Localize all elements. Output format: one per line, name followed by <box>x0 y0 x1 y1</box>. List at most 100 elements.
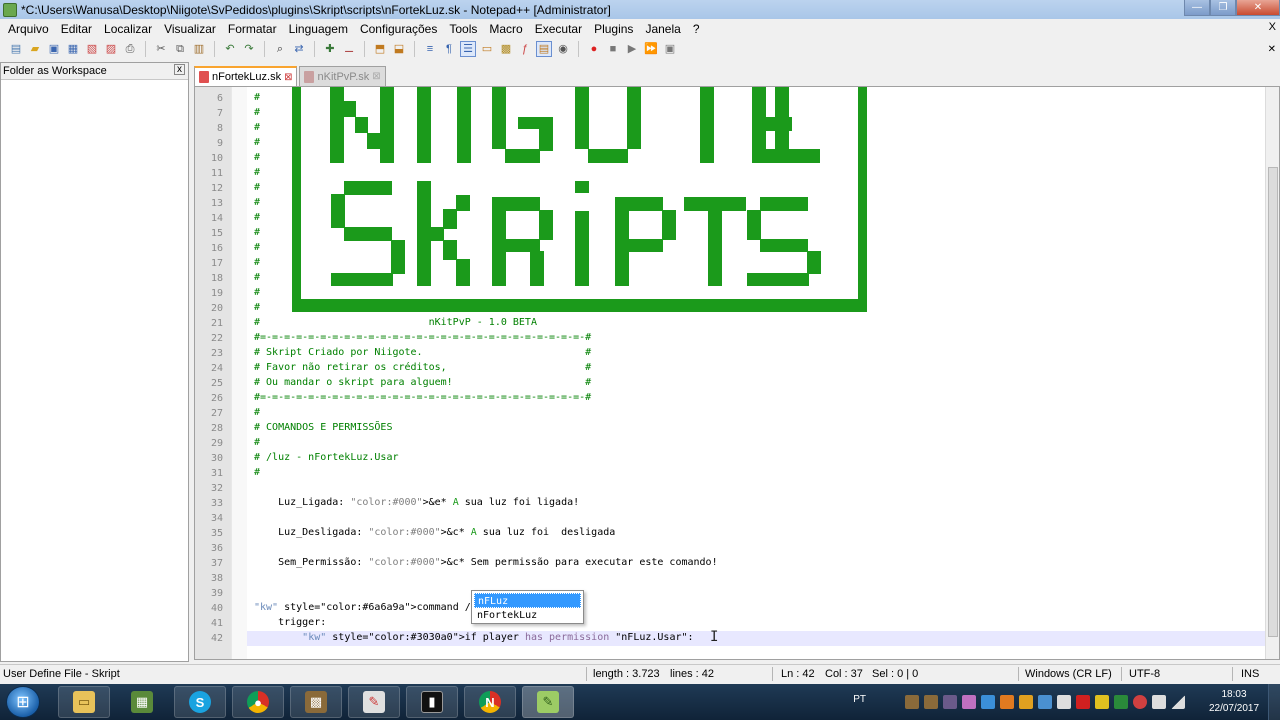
monitoring-icon[interactable]: ◉ <box>555 41 571 57</box>
new-file-icon[interactable]: ▤ <box>8 41 24 57</box>
skype-taskbar-button[interactable]: S <box>174 686 226 718</box>
macro-play-multiple-icon[interactable]: ⏩ <box>643 41 659 57</box>
minecraft-taskbar-button[interactable]: ▦ <box>116 686 168 718</box>
paint-taskbar-button[interactable]: ✎ <box>348 686 400 718</box>
code-line: trigger: <box>254 617 327 628</box>
print-icon[interactable]: ⎙ <box>122 41 138 57</box>
tray-minecraft-icon[interactable] <box>905 695 919 709</box>
tab-close-icon[interactable]: ⊠ <box>284 72 292 83</box>
tab-nkitpvp[interactable]: nKitPvP.sk ⊠ <box>299 66 386 86</box>
line-number: 22 <box>210 333 223 344</box>
clock-date: 22/07/2017 <box>1208 703 1260 714</box>
macro-record-icon[interactable]: ● <box>586 41 602 57</box>
macro-save-icon[interactable]: ▣ <box>662 41 678 57</box>
start-button[interactable]: ⊞ <box>6 686 40 718</box>
zoom-out-icon[interactable]: ⚊ <box>341 41 357 57</box>
replace-icon[interactable]: ⇄ <box>291 41 307 57</box>
menu-localizar[interactable]: Localizar <box>98 22 158 36</box>
scrollbar-thumb[interactable] <box>1268 167 1278 637</box>
vertical-scrollbar[interactable] <box>1265 87 1279 659</box>
menu-linguagem[interactable]: Linguagem <box>283 22 354 36</box>
notepadpp-taskbar-button[interactable]: ✎ <box>522 686 574 718</box>
menu-editar[interactable]: Editar <box>55 22 98 36</box>
tray-block-icon[interactable] <box>924 695 938 709</box>
tray-updater-icon[interactable] <box>1000 695 1014 709</box>
menu-help[interactable]: ? <box>687 22 706 36</box>
tray-device-icon[interactable] <box>1038 695 1052 709</box>
undo-icon[interactable]: ↶ <box>222 41 238 57</box>
tray-feather-icon[interactable] <box>962 695 976 709</box>
explorer-icon: ▭ <box>73 691 95 713</box>
minecraft-block-taskbar-button[interactable]: ▩ <box>290 686 342 718</box>
menu-executar[interactable]: Executar <box>529 22 588 36</box>
tray-volume-icon[interactable] <box>1057 695 1071 709</box>
cmd-taskbar-button[interactable]: ▮ <box>406 686 458 718</box>
show-all-chars-icon[interactable]: ¶ <box>441 41 457 57</box>
explorer-taskbar-button[interactable]: ▭ <box>58 686 110 718</box>
status-separator <box>1121 667 1122 681</box>
open-file-icon[interactable]: ▰ <box>27 41 43 57</box>
zoom-in-icon[interactable]: ✚ <box>322 41 338 57</box>
title-bar: *C:\Users\Wanusa\Desktop\Niigote\SvPedid… <box>0 0 1280 19</box>
close-button[interactable]: ✕ <box>1236 0 1280 16</box>
close-file-icon[interactable]: ▧ <box>84 41 100 57</box>
tray-chat-icon[interactable] <box>1133 695 1147 709</box>
skype-icon: S <box>189 691 211 713</box>
tab-nforteklux[interactable]: nFortekLuz.sk ⊠ <box>194 66 298 86</box>
close-all-icon[interactable]: ▨ <box>103 41 119 57</box>
macro-play-icon[interactable]: ▶ <box>624 41 640 57</box>
language-indicator[interactable]: PT <box>853 694 866 705</box>
menu-tools[interactable]: Tools <box>443 22 483 36</box>
menu-arquivo[interactable]: Arquivo <box>2 22 55 36</box>
minimize-button[interactable]: — <box>1184 0 1210 16</box>
find-icon[interactable]: ⌕ <box>272 41 288 57</box>
word-wrap-icon[interactable]: ≡ <box>422 41 438 57</box>
document-close-button[interactable]: X <box>1269 21 1276 33</box>
copy-icon[interactable]: ⧉ <box>172 41 188 57</box>
maximize-button[interactable]: ❐ <box>1210 0 1236 16</box>
chrome-notepad-taskbar-button[interactable]: N <box>464 686 516 718</box>
tray-app-icon[interactable] <box>943 695 957 709</box>
show-desktop-button[interactable] <box>1268 684 1280 720</box>
autocomplete-item-selected[interactable]: nFLuz <box>474 593 581 608</box>
cut-icon[interactable]: ✂ <box>153 41 169 57</box>
tray-monitor-icon[interactable] <box>1152 695 1166 709</box>
tray-folder-icon[interactable] <box>1019 695 1033 709</box>
sync-horizontal-icon[interactable]: ⬓ <box>391 41 407 57</box>
tray-shield-icon[interactable] <box>1114 695 1128 709</box>
tab-close-icon[interactable]: ⊠ <box>372 71 380 82</box>
indent-guide-icon[interactable]: ☰ <box>460 41 476 57</box>
doc-map-icon[interactable]: ▩ <box>498 41 514 57</box>
paste-icon[interactable]: ▥ <box>191 41 207 57</box>
menu-janela[interactable]: Janela <box>639 22 686 36</box>
chrome-taskbar-button[interactable]: ● <box>232 686 284 718</box>
function-list-icon[interactable]: ƒ <box>517 41 533 57</box>
save-all-icon[interactable]: ▦ <box>65 41 81 57</box>
macro-stop-icon[interactable]: ■ <box>605 41 621 57</box>
clock[interactable]: 18:03 22/07/2017 <box>1206 688 1262 716</box>
save-icon[interactable]: ▣ <box>46 41 62 57</box>
autocomplete-item[interactable]: nFortekLuz <box>474 608 581 623</box>
toolbar-overflow-icon[interactable]: ✕ <box>1268 44 1276 55</box>
language-icon[interactable]: ▭ <box>479 41 495 57</box>
tray-signal-icon[interactable] <box>1171 695 1185 709</box>
folder-workspace-icon[interactable]: ▤ <box>536 41 552 57</box>
line-number: 40 <box>210 603 223 614</box>
menu-visualizar[interactable]: Visualizar <box>158 22 222 36</box>
line-number: 32 <box>210 483 223 494</box>
code-line: # <box>254 182 261 193</box>
tray-stop-icon[interactable] <box>1076 695 1090 709</box>
tray-network-drive-icon[interactable] <box>981 695 995 709</box>
status-mode: INS <box>1241 668 1260 680</box>
sync-vertical-icon[interactable]: ⬒ <box>372 41 388 57</box>
line-number: 34 <box>210 513 223 524</box>
menu-formatar[interactable]: Formatar <box>222 22 283 36</box>
tray-alert-icon[interactable] <box>1095 695 1109 709</box>
code-editor[interactable]: 6 #7 #8 #9 #10 #11 #12 #13 #14 #15 #16 #17 #18 #19 #20… <box>194 86 1280 660</box>
menu-macro[interactable]: Macro <box>483 22 528 36</box>
menu-plugins[interactable]: Plugins <box>588 22 639 36</box>
panel-close-button[interactable]: x <box>174 64 185 75</box>
menu-configuracoes[interactable]: Configurações <box>354 22 443 36</box>
redo-icon[interactable]: ↷ <box>241 41 257 57</box>
line-number: 27 <box>210 408 223 419</box>
